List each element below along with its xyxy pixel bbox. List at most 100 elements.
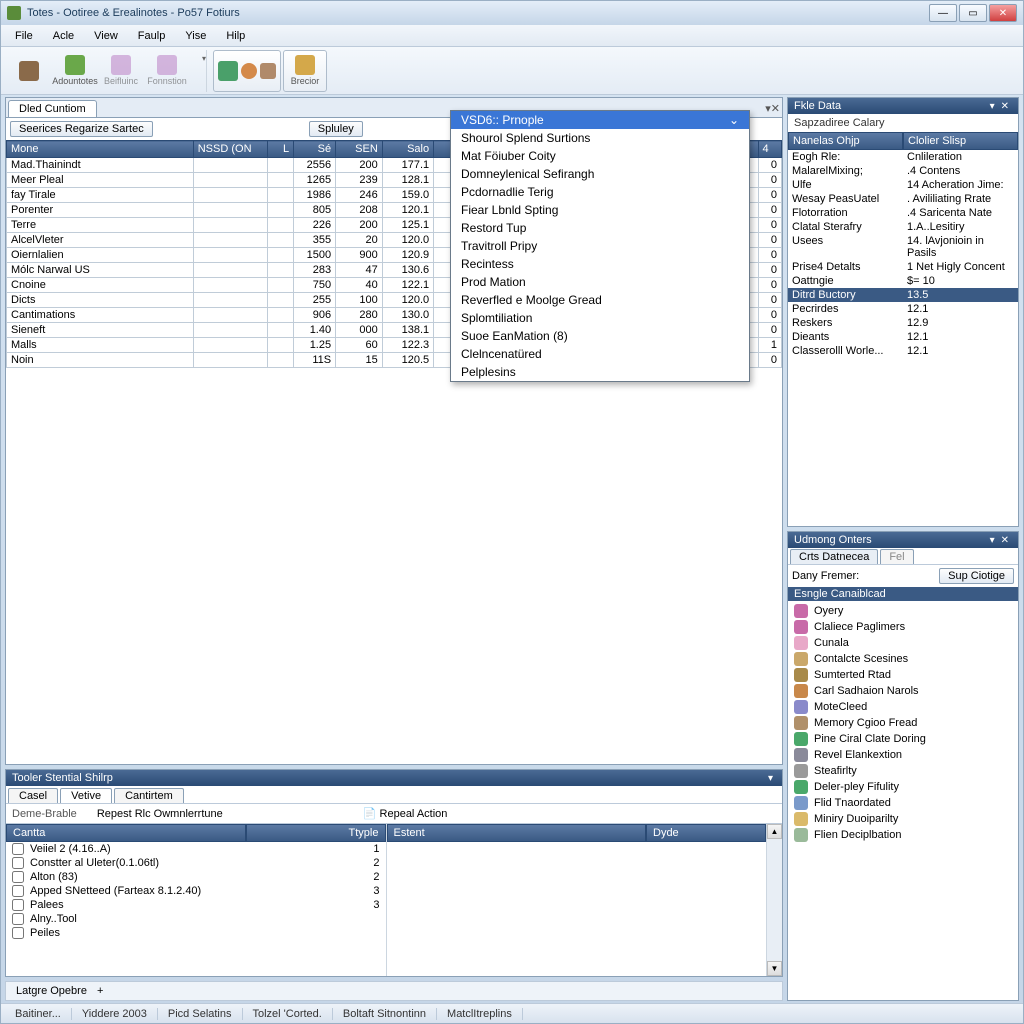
- dropdown-item[interactable]: Travitroll Pripy: [451, 237, 749, 255]
- status-left[interactable]: Latgre Opebre: [6, 985, 97, 997]
- dropdown-item[interactable]: Pcdornadlie Terig: [451, 183, 749, 201]
- checkbox[interactable]: [12, 857, 24, 869]
- list-item[interactable]: Steafirlty: [790, 763, 1016, 779]
- list-item[interactable]: MoteCleed: [790, 699, 1016, 715]
- udmong-tab-1[interactable]: Fel: [880, 549, 913, 564]
- main-col-header[interactable]: Sé: [294, 141, 336, 158]
- close-button[interactable]: ✕: [989, 4, 1017, 22]
- status-seg-1[interactable]: Yiddere 2003: [72, 1008, 158, 1020]
- toolbar-btn-fonnstion[interactable]: Fonnstion: [145, 50, 189, 92]
- check-item[interactable]: Alton (83)2: [6, 870, 386, 884]
- list-item[interactable]: Cunala: [790, 635, 1016, 651]
- bottom-col-ttyple[interactable]: Ttyple: [246, 824, 386, 842]
- bottom-tab-cantirtem[interactable]: Cantirtem: [114, 788, 184, 803]
- toolbar-btn-4[interactable]: [213, 50, 281, 92]
- menu-yise[interactable]: Yise: [177, 28, 214, 44]
- hole-col-header[interactable]: Nanelas Ohjp: [788, 132, 903, 150]
- check-item[interactable]: Constter al Uleter(0.1.06tl)2: [6, 856, 386, 870]
- checkbox[interactable]: [12, 871, 24, 883]
- bottom-tab-casel[interactable]: Casel: [8, 788, 58, 803]
- toolbar-btn-beifluinc[interactable]: Beifluinc: [99, 50, 143, 92]
- checkbox[interactable]: [12, 913, 24, 925]
- maximize-button[interactable]: ▭: [959, 4, 987, 22]
- status-seg-4[interactable]: Boltaft Sitnontinn: [333, 1008, 437, 1020]
- menu-file[interactable]: File: [7, 28, 41, 44]
- panel-close-icon[interactable]: ✕: [998, 535, 1012, 546]
- main-tab[interactable]: Dled Cuntiom: [8, 100, 97, 117]
- list-item[interactable]: Memory Cgioo Fread: [790, 715, 1016, 731]
- udmong-list[interactable]: OyeryClaliece PaglimersCunalaContalcte S…: [788, 601, 1018, 845]
- check-item[interactable]: Peiles: [6, 926, 386, 940]
- dropdown-item[interactable]: Splomtiliation: [451, 309, 749, 327]
- list-item[interactable]: Miniry Duoiparilty: [790, 811, 1016, 827]
- udmong-button[interactable]: Sup Ciotige: [939, 568, 1014, 584]
- menu-acle[interactable]: Acle: [45, 28, 82, 44]
- status-add-tab[interactable]: +: [97, 985, 103, 997]
- toolbar-btn-adountotes[interactable]: Adountotes: [53, 50, 97, 92]
- bottom-scrollbar[interactable]: ▲▼: [766, 824, 782, 976]
- dropdown-item[interactable]: Pelplesins: [451, 363, 749, 381]
- checkbox[interactable]: [12, 843, 24, 855]
- main-col-header[interactable]: NSSD (ON: [193, 141, 268, 158]
- main-col-header[interactable]: L: [268, 141, 294, 158]
- status-seg-0[interactable]: Baitiner...: [5, 1008, 72, 1020]
- dropdown-selected[interactable]: VSD6:: Prnople⌄: [451, 111, 749, 129]
- main-col-header[interactable]: 4: [758, 141, 781, 158]
- dropdown-item[interactable]: Suoe EanMation (8): [451, 327, 749, 345]
- dropdown-item[interactable]: Recintess: [451, 255, 749, 273]
- panel-close-icon[interactable]: ✕: [998, 101, 1012, 112]
- hole-cell-highlight[interactable]: 13.5: [903, 288, 1018, 302]
- check-item[interactable]: Veiiel 2 (4.16..A)1: [6, 842, 386, 856]
- main-col-header[interactable]: Salo: [382, 141, 433, 158]
- udmong-tab-0[interactable]: Crts Datnecea: [790, 549, 878, 564]
- minimize-button[interactable]: —: [929, 4, 957, 22]
- checkbox[interactable]: [12, 885, 24, 897]
- spluley-button[interactable]: Spluley: [309, 121, 363, 137]
- list-item[interactable]: Oyery: [790, 603, 1016, 619]
- list-item[interactable]: Deler-pley Fifulity: [790, 779, 1016, 795]
- list-item[interactable]: Sumterted Rtad: [790, 667, 1016, 683]
- bottom-col-estent[interactable]: Estent: [387, 824, 647, 842]
- main-col-header[interactable]: SEN: [336, 141, 383, 158]
- toolbar-btn-brecior[interactable]: Brecior: [283, 50, 327, 92]
- hole-cell-highlight[interactable]: Ditrd Buctory: [788, 288, 903, 302]
- bottom-col-cantta[interactable]: Cantta: [6, 824, 246, 842]
- panel-menu-icon[interactable]: ▾: [987, 101, 998, 112]
- dropdown-item[interactable]: Prod Mation: [451, 273, 749, 291]
- check-item[interactable]: Alny..Tool: [6, 912, 386, 926]
- dropdown-item[interactable]: Restord Tup: [451, 219, 749, 237]
- dropdown-item[interactable]: Mat Föiuber Coity: [451, 147, 749, 165]
- list-item[interactable]: Claliece Paglimers: [790, 619, 1016, 635]
- bottom-col-dyde[interactable]: Dyde: [646, 824, 766, 842]
- hole-col-header[interactable]: Clolier Slisp: [903, 132, 1018, 150]
- list-item[interactable]: Contalcte Scesines: [790, 651, 1016, 667]
- toolbar-split[interactable]: [195, 50, 207, 92]
- check-item[interactable]: Apped SNetteed (Farteax 8.1.2.40)3: [6, 884, 386, 898]
- dropdown-item[interactable]: Fiear Lbnld Spting: [451, 201, 749, 219]
- toolbar-btn-0[interactable]: [7, 50, 51, 92]
- status-seg-5[interactable]: MatclItreplins: [437, 1008, 523, 1020]
- status-seg-3[interactable]: Tolzel 'Corted.: [243, 1008, 333, 1020]
- checkbox[interactable]: [12, 927, 24, 939]
- checkbox[interactable]: [12, 899, 24, 911]
- panel-menu-icon[interactable]: ▾: [987, 535, 998, 546]
- menu-view[interactable]: View: [86, 28, 126, 44]
- hole-data-grid[interactable]: Nanelas OhjpClolier SlispEogh Rle:Cnlile…: [788, 132, 1018, 358]
- list-item[interactable]: Revel Elankextion: [790, 747, 1016, 763]
- dropdown-item[interactable]: Shourol Splend Surtions: [451, 129, 749, 147]
- list-item[interactable]: Pine Ciral Clate Doring: [790, 731, 1016, 747]
- check-item[interactable]: Palees3: [6, 898, 386, 912]
- panel-menu-icon[interactable]: ▾: [765, 773, 776, 784]
- dropdown-menu[interactable]: VSD6:: Prnople⌄ Shourol Splend SurtionsM…: [450, 110, 750, 382]
- list-item[interactable]: Carl Sadhaion Narols: [790, 683, 1016, 699]
- main-col-header[interactable]: Mone: [7, 141, 194, 158]
- bottom-tab-vetive[interactable]: Vetive: [60, 788, 112, 803]
- dropdown-item[interactable]: Reverfled e Moolge Gread: [451, 291, 749, 309]
- dropdown-item[interactable]: Domneylenical Sefirangh: [451, 165, 749, 183]
- list-item[interactable]: Flid Tnaordated: [790, 795, 1016, 811]
- secondary-tab[interactable]: Seerices Regarize Sartec: [10, 121, 153, 137]
- menu-hilp[interactable]: Hilp: [218, 28, 253, 44]
- status-seg-2[interactable]: Picd Selatins: [158, 1008, 243, 1020]
- list-item[interactable]: Flien Deciplbation: [790, 827, 1016, 843]
- menu-faulp[interactable]: Faulp: [130, 28, 174, 44]
